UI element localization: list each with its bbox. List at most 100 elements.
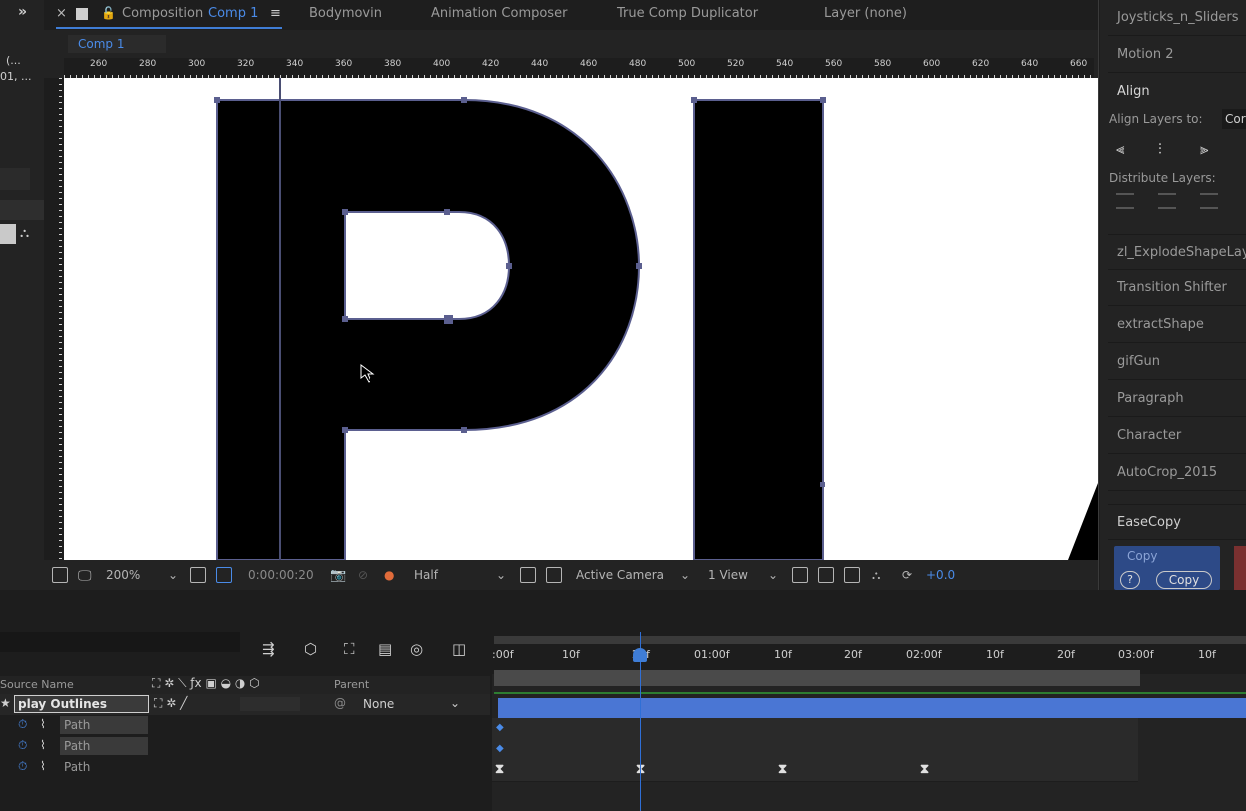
resolution-select[interactable]: Half [414,568,438,582]
timeline-icon[interactable] [844,567,860,583]
hold-keyframe-icon[interactable]: ⧗ [778,762,787,777]
tab-bodymovin[interactable]: Bodymovin [309,6,382,21]
layer-name-field[interactable]: play Outlines [14,695,149,713]
time-ruler[interactable]: :00f 10f 20f 01:00f 10f 20f 02:00f 10f 2… [492,632,1246,674]
keyframe-icon[interactable]: ◆ [496,722,504,733]
hold-keyframe-icon[interactable]: ⧗ [920,762,929,777]
network-icon[interactable]: ⛬ [20,226,29,241]
current-time-indicator[interactable] [633,648,647,662]
camera-view-select[interactable]: Active Camera [576,568,664,582]
path-row[interactable]: ⏱ ⌇ Path [0,715,490,736]
parent-pickwhip-icon[interactable]: @ [334,696,346,710]
stopwatch-icon[interactable]: ⏱ [18,759,27,774]
align-layers-to-select[interactable]: Cor [1222,109,1246,129]
panel-motion-2[interactable]: Motion 2 [1108,37,1246,73]
keyframe-icon[interactable]: ◆ [496,743,504,754]
target-region-icon[interactable] [520,567,536,583]
align-panel-title[interactable]: Align [1108,74,1246,110]
hold-keyframe-icon[interactable]: ⧗ [495,762,504,777]
panel-gifgun[interactable]: gifGun [1108,344,1246,380]
zoom-select[interactable]: 200% [106,568,140,582]
frame-blending-icon[interactable]: ▤ [378,640,392,658]
resolution-chevron-down-icon[interactable]: ⌄ [496,568,506,582]
fit-icon[interactable] [190,567,206,583]
region-of-interest-icon[interactable] [52,567,68,583]
lock-square-icon[interactable] [76,8,88,20]
tab-animation-composer[interactable]: Animation Composer [431,6,567,21]
show-snapshot-icon[interactable]: ⊘ [358,568,368,582]
composition-tab-prefix[interactable]: Composition [122,6,203,21]
camera-chevron-down-icon[interactable]: ⌄ [680,568,690,582]
path-property-label[interactable]: Path [60,716,148,734]
view-chevron-down-icon[interactable]: ⌄ [768,568,778,582]
composition-viewer[interactable] [64,78,1098,560]
parent-select[interactable]: None [363,697,394,711]
transparency-grid-icon[interactable] [546,567,562,583]
current-timecode[interactable]: 0:00:00:20 [248,568,314,582]
draft-3d-icon[interactable]: ⬡ [304,640,317,658]
tab-true-comp-duplicator[interactable]: True Comp Duplicator [617,6,758,21]
tab-layer-none[interactable]: Layer (none) [824,6,907,21]
align-center-icon[interactable]: ⫶ [1158,140,1176,158]
panel-paragraph[interactable]: Paragraph [1108,381,1246,417]
project-item-thumbnail[interactable] [0,224,16,244]
stopwatch-icon[interactable]: ⏱ [18,738,27,753]
path-track[interactable]: ◆ [492,718,1138,740]
layer-duration-bar[interactable] [498,698,1246,718]
timeline-search-input[interactable] [0,632,240,652]
path-track[interactable]: ⧗ ⧗ ⧗ ⧗ [492,760,1138,782]
easecopy-paste-block[interactable] [1234,546,1246,590]
panel-autocrop-2015[interactable]: AutoCrop_2015 [1108,455,1246,491]
distribute-bottom-icon[interactable] [1200,193,1218,209]
panel-character[interactable]: Character [1108,418,1246,454]
left-panel-field[interactable] [0,168,30,190]
mask-shape-toggle-icon[interactable] [216,567,232,583]
close-icon[interactable]: × [56,6,67,21]
snapshot-camera-icon[interactable]: 📷 [330,568,346,583]
motion-blur-icon[interactable]: ◎ [410,640,423,658]
parent-chevron-down-icon[interactable]: ⌄ [450,696,460,710]
color-channel-icon[interactable]: ● [384,568,394,582]
panel-joysticks-n-sliders[interactable]: Joysticks_n_Sliders [1108,0,1246,36]
layer-row[interactable]: ★ play Outlines ⛶ ✲ ╱ @ None ⌄ [0,694,490,715]
work-area-bar[interactable] [494,670,1140,686]
panel-extractshape[interactable]: extractShape [1108,307,1246,343]
align-right-icon[interactable]: ⫸ [1200,140,1218,158]
composition-flowchart-icon[interactable]: ⇶ [262,640,275,658]
graph-icon[interactable]: ⌇ [40,759,46,773]
easecopy-copy-button[interactable]: Copy [1156,571,1212,589]
viewer-canvas[interactable] [64,78,1098,560]
parent-column[interactable]: Parent [334,678,369,691]
toggle-pixel-aspect-icon[interactable] [792,567,808,583]
align-left-icon[interactable]: ⫷ [1116,140,1134,158]
layer-switch-cells[interactable] [240,697,300,711]
tab-menu-icon[interactable]: ≡ [270,6,281,21]
path-property-label[interactable]: Path [64,760,90,774]
fast-previews-icon[interactable] [818,567,834,583]
path-row[interactable]: ⏱ ⌇ Path [0,757,490,778]
easecopy-help-button[interactable]: ? [1120,571,1140,589]
path-row[interactable]: ⏱ ⌇ Path [0,736,490,757]
monitor-icon[interactable]: 🖵 [78,568,92,584]
collapse-panels-icon[interactable]: » [18,4,38,22]
stopwatch-icon[interactable]: ⏱ [18,717,27,732]
view-layout-select[interactable]: 1 View [708,568,748,582]
zoom-chevron-down-icon[interactable]: ⌄ [168,568,178,582]
graph-editor-icon[interactable]: ◫ [452,640,466,658]
path-track[interactable]: ◆ [492,739,1138,761]
time-navigator[interactable] [494,636,1246,644]
layer-switches-icons[interactable]: ⛶ ✲ ╱ [154,696,187,711]
shy-layers-icon[interactable]: ⛶ [344,640,355,658]
graph-icon[interactable]: ⌇ [40,717,46,731]
easecopy-panel-title[interactable]: EaseCopy [1108,504,1246,540]
panel-transition-shifter[interactable]: Transition Shifter [1108,270,1246,306]
timeline-tracks[interactable]: :00f 10f 20f 01:00f 10f 20f 02:00f 10f 2… [492,632,1246,811]
composition-subtab[interactable]: Comp 1 [68,35,166,53]
path-property-label[interactable]: Path [60,737,148,755]
graph-icon[interactable]: ⌇ [40,738,46,752]
composition-tab-name[interactable]: Comp 1 [208,6,258,21]
exposure-value[interactable]: +0.0 [926,568,955,582]
lock-icon[interactable]: 🔓 [101,6,116,20]
reset-exposure-icon[interactable]: ⟳ [902,568,912,582]
distribute-center-icon[interactable] [1158,193,1176,209]
